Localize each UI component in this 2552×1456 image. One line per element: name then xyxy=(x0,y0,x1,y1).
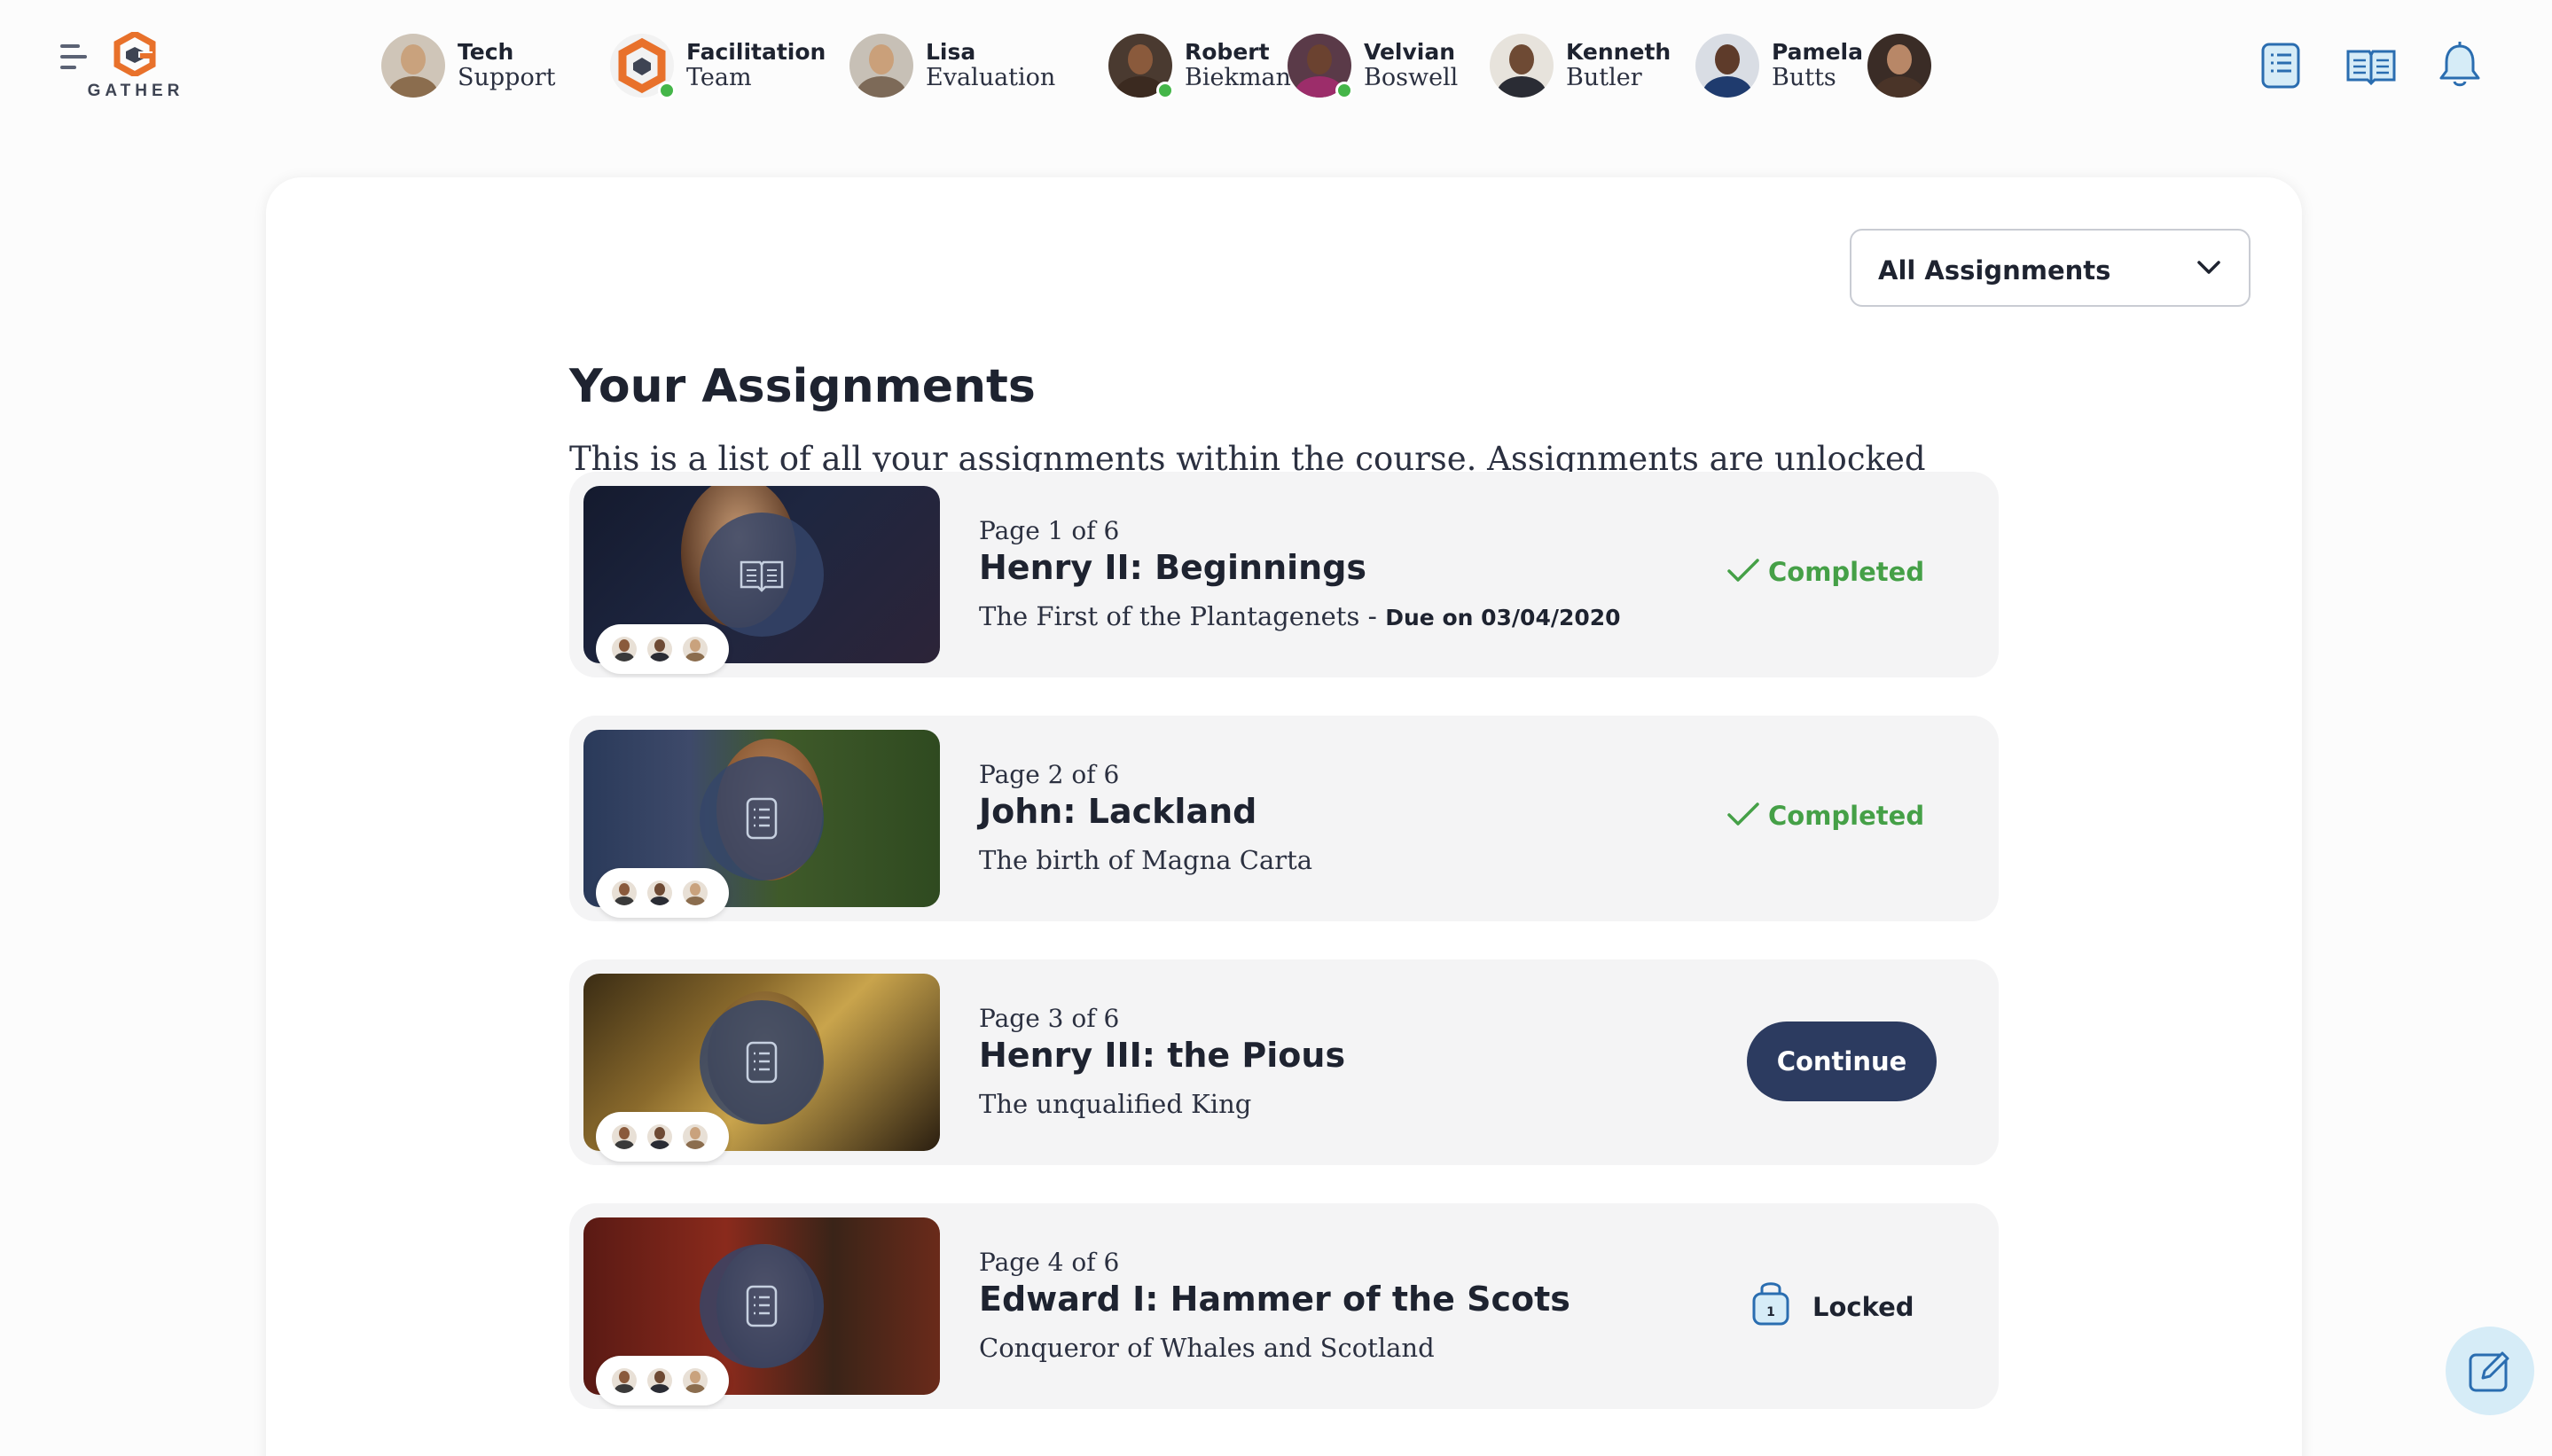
assignments-list-icon[interactable] xyxy=(2254,39,2307,92)
member-last-name: Team xyxy=(686,64,752,91)
continue-button[interactable]: Continue xyxy=(1747,1022,1937,1101)
assignment-type-badge xyxy=(700,1244,824,1368)
status-label: Completed xyxy=(1768,801,1925,831)
gather-logo-mark-icon xyxy=(114,32,156,76)
assignment-type-badge xyxy=(700,1000,824,1124)
participant-avatar xyxy=(647,881,672,905)
participant-avatar xyxy=(683,637,708,661)
participants-pill[interactable] xyxy=(596,1112,729,1162)
member-first-name: Kenneth xyxy=(1566,39,1671,65)
assignment-title[interactable]: Henry III: the Pious xyxy=(979,1036,1345,1075)
assignment-page-number: Page 2 of 6 xyxy=(979,760,1120,789)
book-icon xyxy=(740,560,784,592)
avatar xyxy=(849,34,913,98)
member-last-name: Butler xyxy=(1566,64,1642,91)
assignment-row[interactable]: Page 4 of 6 Edward I: Hammer of the Scot… xyxy=(569,1203,1999,1409)
assignment-subtitle-line: Conqueror of Whales and Scotland xyxy=(979,1333,1435,1363)
checkmark-icon xyxy=(1727,802,1759,826)
chevron-down-icon xyxy=(2197,261,2220,274)
assignment-title[interactable]: John: Lackland xyxy=(979,792,1256,831)
gather-logo[interactable]: GATHER xyxy=(87,32,184,103)
participants-pill[interactable] xyxy=(596,868,729,918)
assignment-subtitle: Conqueror of Whales and Scotland xyxy=(979,1333,1435,1363)
avatar xyxy=(1695,34,1759,98)
assignment-row[interactable]: Page 2 of 6 John: Lackland The birth of … xyxy=(569,716,1999,921)
assignment-title[interactable]: Edward I: Hammer of the Scots xyxy=(979,1280,1570,1319)
member-last-name: Butts xyxy=(1772,64,1836,91)
participant-avatar xyxy=(612,637,637,661)
reader-book-icon[interactable] xyxy=(2345,39,2398,92)
participant-avatar xyxy=(647,637,672,661)
status-label: Locked xyxy=(1812,1292,1914,1322)
assignment-type-badge xyxy=(700,513,824,637)
avatar xyxy=(1490,34,1554,98)
participant-avatar xyxy=(612,1368,637,1393)
participant-avatar xyxy=(647,1368,672,1393)
assignment-subtitle-line: The birth of Magna Carta xyxy=(979,845,1312,875)
participants-pill[interactable] xyxy=(596,624,729,674)
assignment-title[interactable]: Henry II: Beginnings xyxy=(979,548,1366,587)
participant-avatar xyxy=(612,1124,637,1149)
participant-avatar xyxy=(683,881,708,905)
assignment-row[interactable]: Page 1 of 6 Henry II: Beginnings The Fir… xyxy=(569,472,1999,677)
filter-selected-value: All Assignments xyxy=(1878,255,2111,286)
status-label: Completed xyxy=(1768,557,1925,587)
participant-avatar xyxy=(612,881,637,905)
assignment-subtitle: The birth of Magna Carta xyxy=(979,845,1313,875)
subtitle-separator: - xyxy=(1359,601,1386,631)
avatar xyxy=(1867,34,1931,98)
participant-avatar xyxy=(683,1368,708,1393)
svg-text:1: 1 xyxy=(1766,1305,1775,1319)
assignment-subtitle: The unqualified King xyxy=(979,1089,1252,1119)
member-last-name: Support xyxy=(458,64,556,91)
assignment-page-number: Page 4 of 6 xyxy=(979,1248,1120,1277)
assignment-subtitle: The First of the Plantagenets xyxy=(979,601,1360,631)
page-title: Your Assignments xyxy=(569,360,1036,413)
due-date: Due on 03/04/2020 xyxy=(1385,605,1621,630)
list-icon xyxy=(746,1041,778,1084)
member-first-name: Velvian xyxy=(1364,39,1456,65)
avatar xyxy=(381,34,445,98)
edit-notes-button[interactable] xyxy=(2446,1327,2534,1415)
assignment-page-number: Page 3 of 6 xyxy=(979,1004,1120,1033)
assignment-row[interactable]: Page 3 of 6 Henry III: the Pious The unq… xyxy=(569,959,1999,1165)
checkmark-icon xyxy=(1727,559,1759,582)
lock-icon: 1 xyxy=(1752,1282,1789,1326)
member-last-name: Evaluation xyxy=(926,64,1056,91)
assignment-page-number: Page 1 of 6 xyxy=(979,516,1120,545)
logo-text: GATHER xyxy=(87,82,184,100)
member-last-name: Biekman xyxy=(1185,64,1291,91)
member-last-name: Boswell xyxy=(1364,64,1459,91)
participant-avatar xyxy=(647,1124,672,1149)
notification-bell-icon[interactable] xyxy=(2433,39,2486,92)
assignment-type-badge xyxy=(700,756,824,881)
assignments-card: All Assignments Your Assignments This is… xyxy=(266,177,2302,1456)
top-bar: GATHER Tech Support Facilitation Team Li… xyxy=(0,0,2552,133)
edit-pencil-icon xyxy=(2469,1351,2509,1392)
assignment-filter-dropdown[interactable]: All Assignments xyxy=(1850,229,2251,307)
member-first-name: Pamela xyxy=(1772,39,1863,65)
participant-avatar xyxy=(683,1124,708,1149)
participants-pill[interactable] xyxy=(596,1356,729,1405)
assignment-subtitle-line: The First of the Plantagenets - Due on 0… xyxy=(979,601,1621,631)
member-first-name: Tech xyxy=(458,39,514,65)
online-indicator xyxy=(658,82,676,99)
list-icon xyxy=(746,1285,778,1327)
member-first-name: Robert xyxy=(1185,39,1270,65)
assignment-subtitle-line: The unqualified King xyxy=(979,1089,1251,1119)
online-indicator xyxy=(1156,82,1174,99)
list-icon xyxy=(746,797,778,840)
member-first-name: Lisa xyxy=(926,39,976,65)
online-indicator xyxy=(1335,82,1353,99)
member-first-name: Facilitation xyxy=(686,39,826,65)
